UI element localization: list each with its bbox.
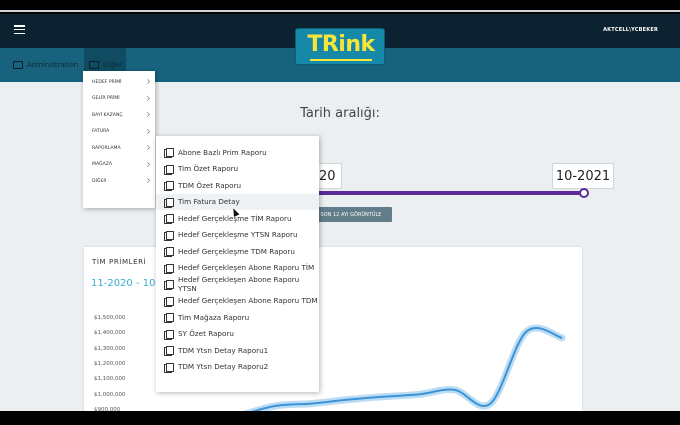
grid-icon	[89, 61, 99, 69]
library-books-icon	[164, 280, 174, 291]
chevron-right-icon	[145, 128, 150, 134]
report-menu-item[interactable]: Abone Bazlı Prim Raporu	[156, 144, 319, 161]
date-slider-track[interactable]	[310, 191, 585, 195]
category-menu-item[interactable]: FATURA	[83, 124, 155, 141]
report-menu-item-label: Hedef Gerçekleşen Abone Raporu YTSN	[178, 275, 300, 294]
report-menu-item[interactable]: Hedef Gerçekleşme YTSN Raporu	[156, 227, 319, 244]
show-last-12-months-button[interactable]: SON 12 AYI GÖRÜNTÜLE	[310, 207, 392, 222]
screen: AKTCELL\YCBEKER TRink Administration Diğ…	[0, 0, 680, 425]
report-menu-item-label: TDM Ytsn Detay Raporu1	[178, 345, 269, 355]
report-submenu: Abone Bazlı Prim Raporu Tim Özet Raporu TD…	[156, 136, 319, 392]
library-books-icon	[164, 263, 174, 274]
chevron-right-icon	[145, 112, 150, 117]
report-menu-item-label: Hedef Gerçekleşme YTSN Raporu	[178, 230, 298, 240]
report-menu-item[interactable]: SY Özet Raporu	[156, 326, 319, 343]
report-menu-item[interactable]: Hedef Gerçekleşen Abone Raporu TDM	[156, 293, 319, 310]
y-tick-label: $1,000,000	[94, 391, 126, 398]
y-tick-label: $1,300,000	[94, 345, 126, 352]
chevron-right-icon	[145, 161, 150, 167]
report-menu-item-label: Hedef Gerçekleşme TDM Raporu	[178, 246, 295, 256]
report-menu-item[interactable]: Hedef Gerçekleşen Abone Raporu YTSN	[156, 275, 319, 294]
card-title: TİM PRİMLERİ	[92, 258, 147, 266]
library-books-icon	[164, 148, 174, 159]
category-menu-item[interactable]: BAYİ KAZANÇ	[83, 107, 155, 124]
chevron-right-icon	[145, 178, 150, 183]
chevron-right-icon	[145, 145, 150, 150]
chevron-right-icon	[145, 79, 150, 84]
category-menu-item[interactable]: MAĞAZA	[83, 157, 155, 174]
library-books-icon	[164, 197, 174, 208]
report-menu-item-label: Tim Fatura Detay	[178, 197, 240, 207]
library-books-icon	[164, 247, 174, 258]
category-menu-item-label: MAĞAZA	[92, 162, 113, 168]
category-menu-item-label: GELİR PRİMİ	[92, 96, 120, 102]
report-menu-item[interactable]: TDM Ytsn Detay Raporu2	[156, 359, 319, 376]
chevron-right-icon	[145, 95, 150, 101]
report-menu-item[interactable]: Tim Mağaza Raporu	[156, 309, 319, 326]
y-tick-label: $1,500,000	[94, 315, 126, 321]
y-tick-label: $1,400,000	[94, 330, 126, 337]
category-menu-item[interactable]: GELİR PRİMİ	[83, 91, 155, 108]
nav-administration[interactable]: Administration	[13, 48, 78, 82]
app-window: AKTCELL\YCBEKER TRink Administration Diğ…	[0, 14, 680, 411]
library-books-icon	[164, 346, 174, 357]
date-to-box[interactable]: 10-2021	[552, 163, 614, 189]
report-menu-item[interactable]: TDM Ytsn Detay Raporu1	[156, 342, 319, 359]
user-name[interactable]: AKTCELL\YCBEKER	[603, 27, 658, 33]
library-books-icon	[164, 214, 174, 225]
category-menu-item-label: BAYİ KAZANÇ	[92, 112, 123, 118]
report-menu-item-label: Tim Özet Raporu	[178, 164, 239, 174]
report-menu-item[interactable]: Hedef Gerçekleşme TDM Raporu	[156, 243, 319, 260]
library-books-icon	[164, 164, 174, 175]
report-menu-item[interactable]: Hedef Gerçekleşen Abone Raporu TİM	[156, 260, 319, 277]
category-menu-item-label: DİĞER	[92, 178, 107, 184]
library-books-icon	[164, 230, 174, 241]
monitor-icon	[13, 61, 23, 69]
report-menu-item-label: Abone Bazlı Prim Raporu	[178, 147, 267, 157]
report-menu-item[interactable]: Tim Özet Raporu	[156, 161, 319, 178]
category-menu-item-label: FATURA	[92, 129, 110, 135]
nav-diger-label: Diğer	[103, 61, 122, 69]
logo[interactable]: TRink	[295, 28, 385, 65]
library-books-icon	[164, 329, 174, 340]
y-tick-label: $1,100,000	[94, 376, 126, 383]
logo-underline	[310, 59, 372, 61]
category-menu-item[interactable]: DİĞER	[83, 173, 155, 190]
library-books-icon	[164, 181, 174, 192]
library-books-icon	[164, 362, 174, 373]
report-menu-item[interactable]: Tim Fatura Detay	[156, 193, 319, 210]
library-books-icon	[164, 296, 174, 307]
top-border	[0, 10, 680, 12]
report-menu-item-label: Hedef Gerçekleşen Abone Raporu TDM	[178, 296, 318, 306]
report-menu-item-label: TDM Ytsn Detay Raporu2	[178, 362, 269, 372]
logo-text: TRink	[307, 32, 375, 57]
category-menu: HEDEF PRİMİ GELİR PRİMİ BAYİ KAZANÇ FATURA R…	[83, 71, 155, 208]
report-menu-item-label: Tim Mağaza Raporu	[178, 312, 250, 322]
date-slider-handle[interactable]	[579, 188, 589, 198]
category-menu-item[interactable]: RAPORLAMA	[83, 140, 155, 157]
report-menu-item-label: Hedef Gerçekleşen Abone Raporu TİM	[178, 263, 315, 273]
category-menu-item[interactable]: HEDEF PRİMİ	[83, 74, 155, 91]
y-tick-label: $1,200,000	[94, 360, 126, 367]
nav-administration-label: Administration	[27, 61, 79, 69]
report-menu-item[interactable]: TDM Özet Raporu	[156, 177, 319, 194]
report-menu-item-label: TDM Özet Raporu	[178, 180, 242, 190]
category-menu-item-label: HEDEF PRİMİ	[92, 79, 122, 85]
menu-icon[interactable]	[14, 25, 25, 35]
category-menu-item-label: RAPORLAMA	[92, 145, 121, 151]
y-tick-label: $900,000	[94, 406, 121, 411]
report-menu-item-label: SY Özet Raporu	[178, 329, 234, 339]
library-books-icon	[164, 313, 174, 324]
